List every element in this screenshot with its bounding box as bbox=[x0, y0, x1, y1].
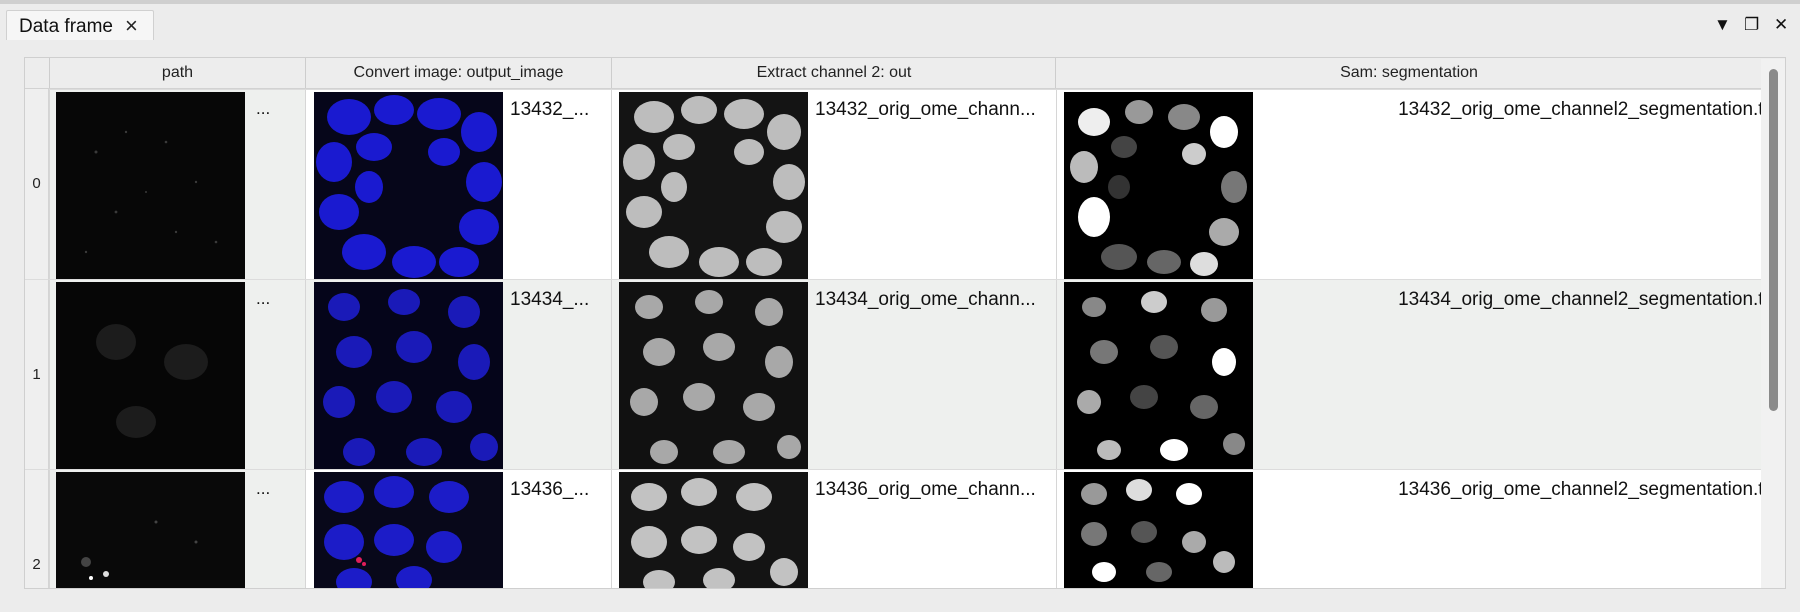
column-header-sam-segmentation[interactable]: Sam: segmentation bbox=[1055, 58, 1762, 88]
convert-cell[interactable]: 13436_... bbox=[305, 470, 611, 588]
close-icon[interactable]: × bbox=[125, 13, 138, 39]
extract-cell[interactable]: 13434_orig_ome_chann... bbox=[611, 280, 1056, 471]
segmentation-thumbnail bbox=[1064, 472, 1253, 588]
sam-cell[interactable]: 13434_orig_ome_channel2_segmentation.tif… bbox=[1056, 280, 1785, 471]
extract-cell[interactable]: 13436_orig_ome_chann... bbox=[611, 470, 1056, 588]
convert-value: 13434_... bbox=[510, 289, 590, 310]
column-header-path[interactable]: path bbox=[49, 58, 305, 88]
segmentation-thumbnail bbox=[1064, 92, 1253, 281]
data-frame-table: path Convert image: output_image Extract… bbox=[24, 57, 1786, 589]
tab-data-frame[interactable]: Data frame × bbox=[6, 10, 154, 40]
sam-value: 13432_orig_ome_channel2_segmentation.tif… bbox=[1398, 99, 1778, 120]
channel-image-thumbnail bbox=[619, 282, 808, 471]
channel-image-thumbnail bbox=[619, 92, 808, 281]
corner-cell bbox=[25, 58, 50, 88]
converted-image-thumbnail bbox=[314, 282, 503, 471]
extract-value: 13436_orig_ome_chann... bbox=[815, 479, 1036, 500]
segmentation-thumbnail bbox=[1064, 282, 1253, 471]
float-window-icon[interactable]: ❐ bbox=[1744, 15, 1759, 35]
tab-bar: Data frame × ▼ ❐ ✕ bbox=[0, 8, 1800, 41]
convert-value: 13432_... bbox=[510, 99, 590, 120]
convert-cell[interactable]: 13434_... bbox=[305, 280, 611, 471]
extract-value: 13432_orig_ome_chann... bbox=[815, 99, 1036, 120]
table-header: path Convert image: output_image Extract… bbox=[25, 58, 1785, 89]
table-row[interactable]: ... 13434_... 13434_orig_ome_chann... 13… bbox=[49, 279, 1785, 471]
column-header-extract-channel[interactable]: Extract channel 2: out bbox=[611, 58, 1056, 88]
extract-cell[interactable]: 13432_orig_ome_chann... bbox=[611, 90, 1056, 281]
convert-cell[interactable]: 13432_... bbox=[305, 90, 611, 281]
channel-image-thumbnail bbox=[619, 472, 808, 588]
path-cell[interactable]: ... bbox=[49, 280, 305, 471]
row-index-1[interactable]: 1 bbox=[25, 279, 49, 469]
raw-image-thumbnail bbox=[56, 472, 245, 588]
row-index-0[interactable]: 0 bbox=[25, 89, 49, 279]
bottom-strip bbox=[0, 589, 1800, 612]
data-frame-window: Data frame × ▼ ❐ ✕ path Convert image: o… bbox=[0, 0, 1800, 612]
chevron-down-icon[interactable]: ▼ bbox=[1714, 15, 1731, 35]
extract-value: 13434_orig_ome_chann... bbox=[815, 289, 1036, 310]
row-index-2[interactable]: 2 bbox=[25, 469, 49, 588]
sam-cell[interactable]: 13436_orig_ome_channel2_segmentation.tif… bbox=[1056, 470, 1785, 588]
path-cell[interactable]: ... bbox=[49, 470, 305, 588]
vertical-scrollbar[interactable] bbox=[1761, 59, 1785, 588]
converted-image-thumbnail bbox=[314, 92, 503, 281]
tab-title: Data frame bbox=[19, 16, 113, 37]
column-header-convert-image[interactable]: Convert image: output_image bbox=[305, 58, 611, 88]
converted-image-thumbnail bbox=[314, 472, 503, 588]
path-value: ... bbox=[256, 289, 271, 308]
sam-cell[interactable]: 13432_orig_ome_channel2_segmentation.tif… bbox=[1056, 90, 1785, 281]
table-row[interactable]: ... 13432_... 13432_orig_ome_chann... 13… bbox=[49, 89, 1785, 281]
table-row[interactable]: ... 13436_... 13436_orig_ome_chann... 13… bbox=[49, 469, 1785, 588]
sam-value: 13436_orig_ome_channel2_segmentation.tif… bbox=[1398, 479, 1778, 500]
path-value: ... bbox=[256, 99, 271, 118]
raw-image-thumbnail bbox=[56, 92, 245, 281]
scrollbar-thumb[interactable] bbox=[1769, 69, 1778, 411]
path-cell[interactable]: ... bbox=[49, 90, 305, 281]
path-value: ... bbox=[256, 479, 271, 498]
convert-value: 13436_... bbox=[510, 479, 590, 500]
sam-value: 13434_orig_ome_channel2_segmentation.tif… bbox=[1398, 289, 1778, 310]
raw-image-thumbnail bbox=[56, 282, 245, 471]
close-window-icon[interactable]: ✕ bbox=[1774, 15, 1788, 35]
